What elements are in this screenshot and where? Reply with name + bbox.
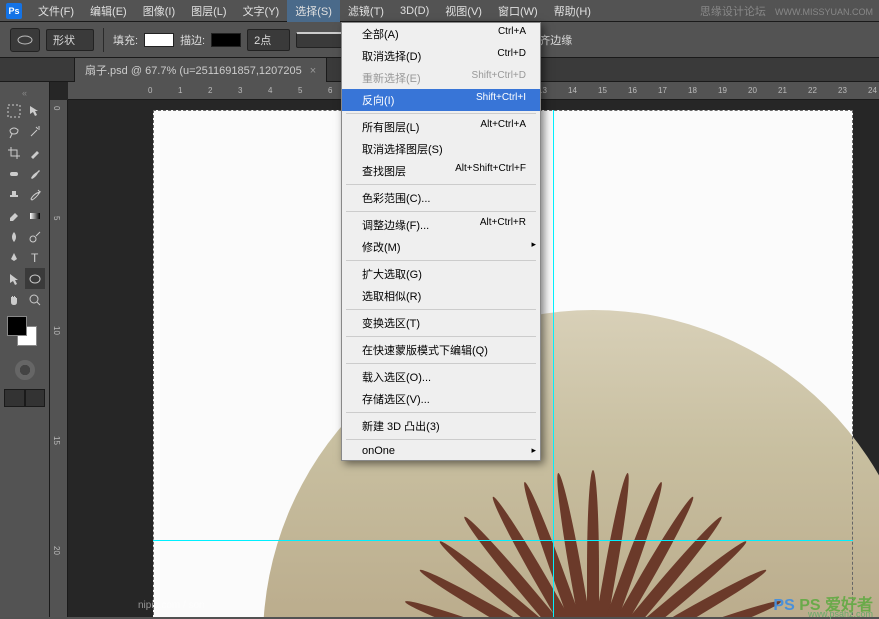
menu-item-Q[interactable]: 在快速蒙版模式下编辑(Q) [342, 339, 540, 361]
menu-item-I[interactable]: 反向(I)Shift+Ctrl+I [342, 89, 540, 111]
tool-preset-icon[interactable] [10, 28, 40, 52]
type-tool[interactable]: T [25, 247, 46, 268]
pen-tool[interactable] [4, 247, 25, 268]
path-select-tool[interactable] [4, 268, 25, 289]
menu-layer[interactable]: 图层(L) [183, 0, 234, 22]
menu-item-G[interactable]: 扩大选取(G) [342, 263, 540, 285]
menu-item-S[interactable]: 取消选择图层(S) [342, 138, 540, 160]
fill-swatch[interactable] [144, 33, 174, 47]
menu-type[interactable]: 文字(Y) [235, 0, 288, 22]
stroke-width-dropdown[interactable]: 2点 [247, 29, 290, 51]
history-brush-tool[interactable] [25, 184, 46, 205]
menu-3d[interactable]: 3D(D) [392, 2, 437, 20]
shape-tool[interactable] [25, 268, 46, 289]
shape-mode-dropdown[interactable]: 形状 [46, 29, 94, 51]
eyedropper-tool[interactable] [25, 142, 46, 163]
stroke-label: 描边: [180, 32, 205, 48]
menu-select[interactable]: 选择(S) [287, 0, 340, 22]
menu-item-[interactable]: 查找图层Alt+Shift+Ctrl+F [342, 160, 540, 182]
color-swatches[interactable] [7, 316, 45, 354]
brush-tool[interactable] [25, 163, 46, 184]
menu-item-M[interactable]: 修改(M) [342, 236, 540, 258]
menu-window[interactable]: 窗口(W) [490, 0, 546, 22]
dodge-tool[interactable] [25, 226, 46, 247]
crop-tool[interactable] [4, 142, 25, 163]
blur-tool[interactable] [4, 226, 25, 247]
menu-item-A[interactable]: 全部(A)Ctrl+A [342, 23, 540, 45]
menu-item-onOne[interactable]: onOne [342, 442, 540, 460]
watermark-source: nipic.com / son [138, 600, 205, 611]
close-icon[interactable]: × [310, 65, 316, 77]
menu-item-O[interactable]: 载入选区(O)... [342, 366, 540, 388]
ruler-vertical: 05101520 [50, 100, 68, 617]
svg-text:T: T [31, 251, 39, 265]
menu-item-E: 重新选择(E)Shift+Ctrl+D [342, 67, 540, 89]
menu-image[interactable]: 图像(I) [135, 0, 183, 22]
menu-edit[interactable]: 编辑(E) [82, 0, 135, 22]
menu-item-F[interactable]: 调整边缘(F)...Alt+Ctrl+R [342, 214, 540, 236]
quickmask-toggle[interactable] [15, 360, 35, 380]
menu-item-T[interactable]: 变换选区(T) [342, 312, 540, 334]
menu-item-L[interactable]: 所有图层(L)Alt+Ctrl+A [342, 116, 540, 138]
select-menu-dropdown: 全部(A)Ctrl+A取消选择(D)Ctrl+D重新选择(E)Shift+Ctr… [341, 22, 541, 461]
wand-tool[interactable] [25, 121, 46, 142]
toolbox: « T [0, 82, 50, 617]
healing-tool[interactable] [4, 163, 25, 184]
guide-horizontal[interactable] [153, 540, 853, 541]
stroke-swatch[interactable] [211, 33, 241, 47]
lasso-tool[interactable] [4, 121, 25, 142]
menu-help[interactable]: 帮助(H) [546, 0, 599, 22]
marquee-tool[interactable] [4, 100, 25, 121]
document-tab[interactable]: 扇子.psd @ 67.7% (u=2511691857,1207205× [74, 57, 327, 82]
menu-item-V[interactable]: 存储选区(V)... [342, 388, 540, 410]
gradient-tool[interactable] [25, 205, 46, 226]
menu-filter[interactable]: 滤镜(T) [340, 0, 392, 22]
watermark-url: www.psahz.com [808, 609, 873, 619]
menu-item-D[interactable]: 取消选择(D)Ctrl+D [342, 45, 540, 67]
ps-logo: Ps [6, 3, 22, 19]
hand-tool[interactable] [4, 289, 25, 310]
zoom-tool[interactable] [25, 289, 46, 310]
screenmode-button[interactable] [4, 389, 25, 407]
fill-label: 填充: [113, 32, 138, 48]
menu-item-3D3[interactable]: 新建 3D 凸出(3) [342, 415, 540, 437]
menu-file[interactable]: 文件(F) [30, 0, 82, 22]
menu-view[interactable]: 视图(V) [437, 0, 490, 22]
move-tool[interactable] [25, 100, 46, 121]
menubar: Ps 文件(F) 编辑(E) 图像(I) 图层(L) 文字(Y) 选择(S) 滤… [0, 0, 879, 22]
screenmode-button-2[interactable] [25, 389, 46, 407]
stamp-tool[interactable] [4, 184, 25, 205]
foreground-color[interactable] [7, 316, 27, 336]
menu-item-C[interactable]: 色彩范围(C)... [342, 187, 540, 209]
eraser-tool[interactable] [4, 205, 25, 226]
menu-item-R[interactable]: 选取相似(R) [342, 285, 540, 307]
menubar-branding: 思缘设计论坛 WWW.MISSYUAN.COM [700, 3, 879, 19]
